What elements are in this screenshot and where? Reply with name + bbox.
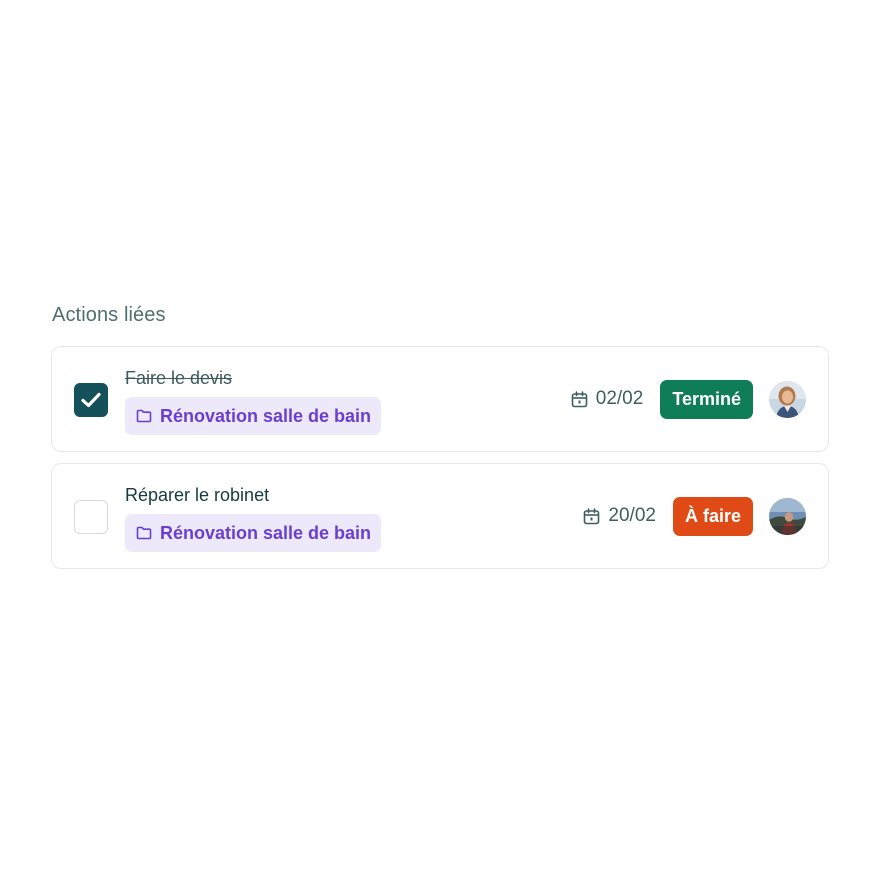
project-tag[interactable]: Rénovation salle de bain [125, 514, 382, 552]
assignee-avatar[interactable] [769, 497, 806, 535]
task-checkbox[interactable] [74, 500, 108, 534]
status-badge[interactable]: À faire [672, 496, 753, 536]
task-title[interactable]: Faire le devis [125, 366, 232, 390]
task-meta: 20/02 À faire [583, 464, 806, 568]
task-title[interactable]: Réparer le robinet [125, 483, 269, 507]
due-date-text: 20/02 [608, 505, 656, 526]
project-tag[interactable]: Rénovation salle de bain [125, 397, 382, 435]
linked-actions-section: Actions liées Faire le devis Rénovation … [51, 300, 829, 569]
task-list: Faire le devis Rénovation salle de bain [51, 346, 829, 569]
status-badge[interactable]: Terminé [660, 379, 753, 419]
task-card[interactable]: Faire le devis Rénovation salle de bain [51, 346, 829, 452]
due-date: 20/02 [583, 505, 656, 527]
folder-icon [136, 526, 152, 540]
project-tag-label: Rénovation salle de bain [160, 405, 372, 426]
project-tag-label: Rénovation salle de bain [160, 522, 372, 543]
task-meta: 02/02 Terminé [571, 347, 806, 451]
section-title: Actions liées [52, 304, 166, 326]
task-card[interactable]: Réparer le robinet Rénovation salle de b… [51, 463, 829, 569]
calendar-icon [571, 390, 588, 408]
calendar-icon [583, 507, 600, 525]
checkmark-icon [81, 392, 101, 408]
folder-icon [136, 409, 152, 423]
task-checkbox[interactable] [74, 383, 108, 417]
due-date: 02/02 [571, 388, 644, 410]
assignee-avatar[interactable] [769, 380, 806, 418]
due-date-text: 02/02 [595, 388, 644, 409]
